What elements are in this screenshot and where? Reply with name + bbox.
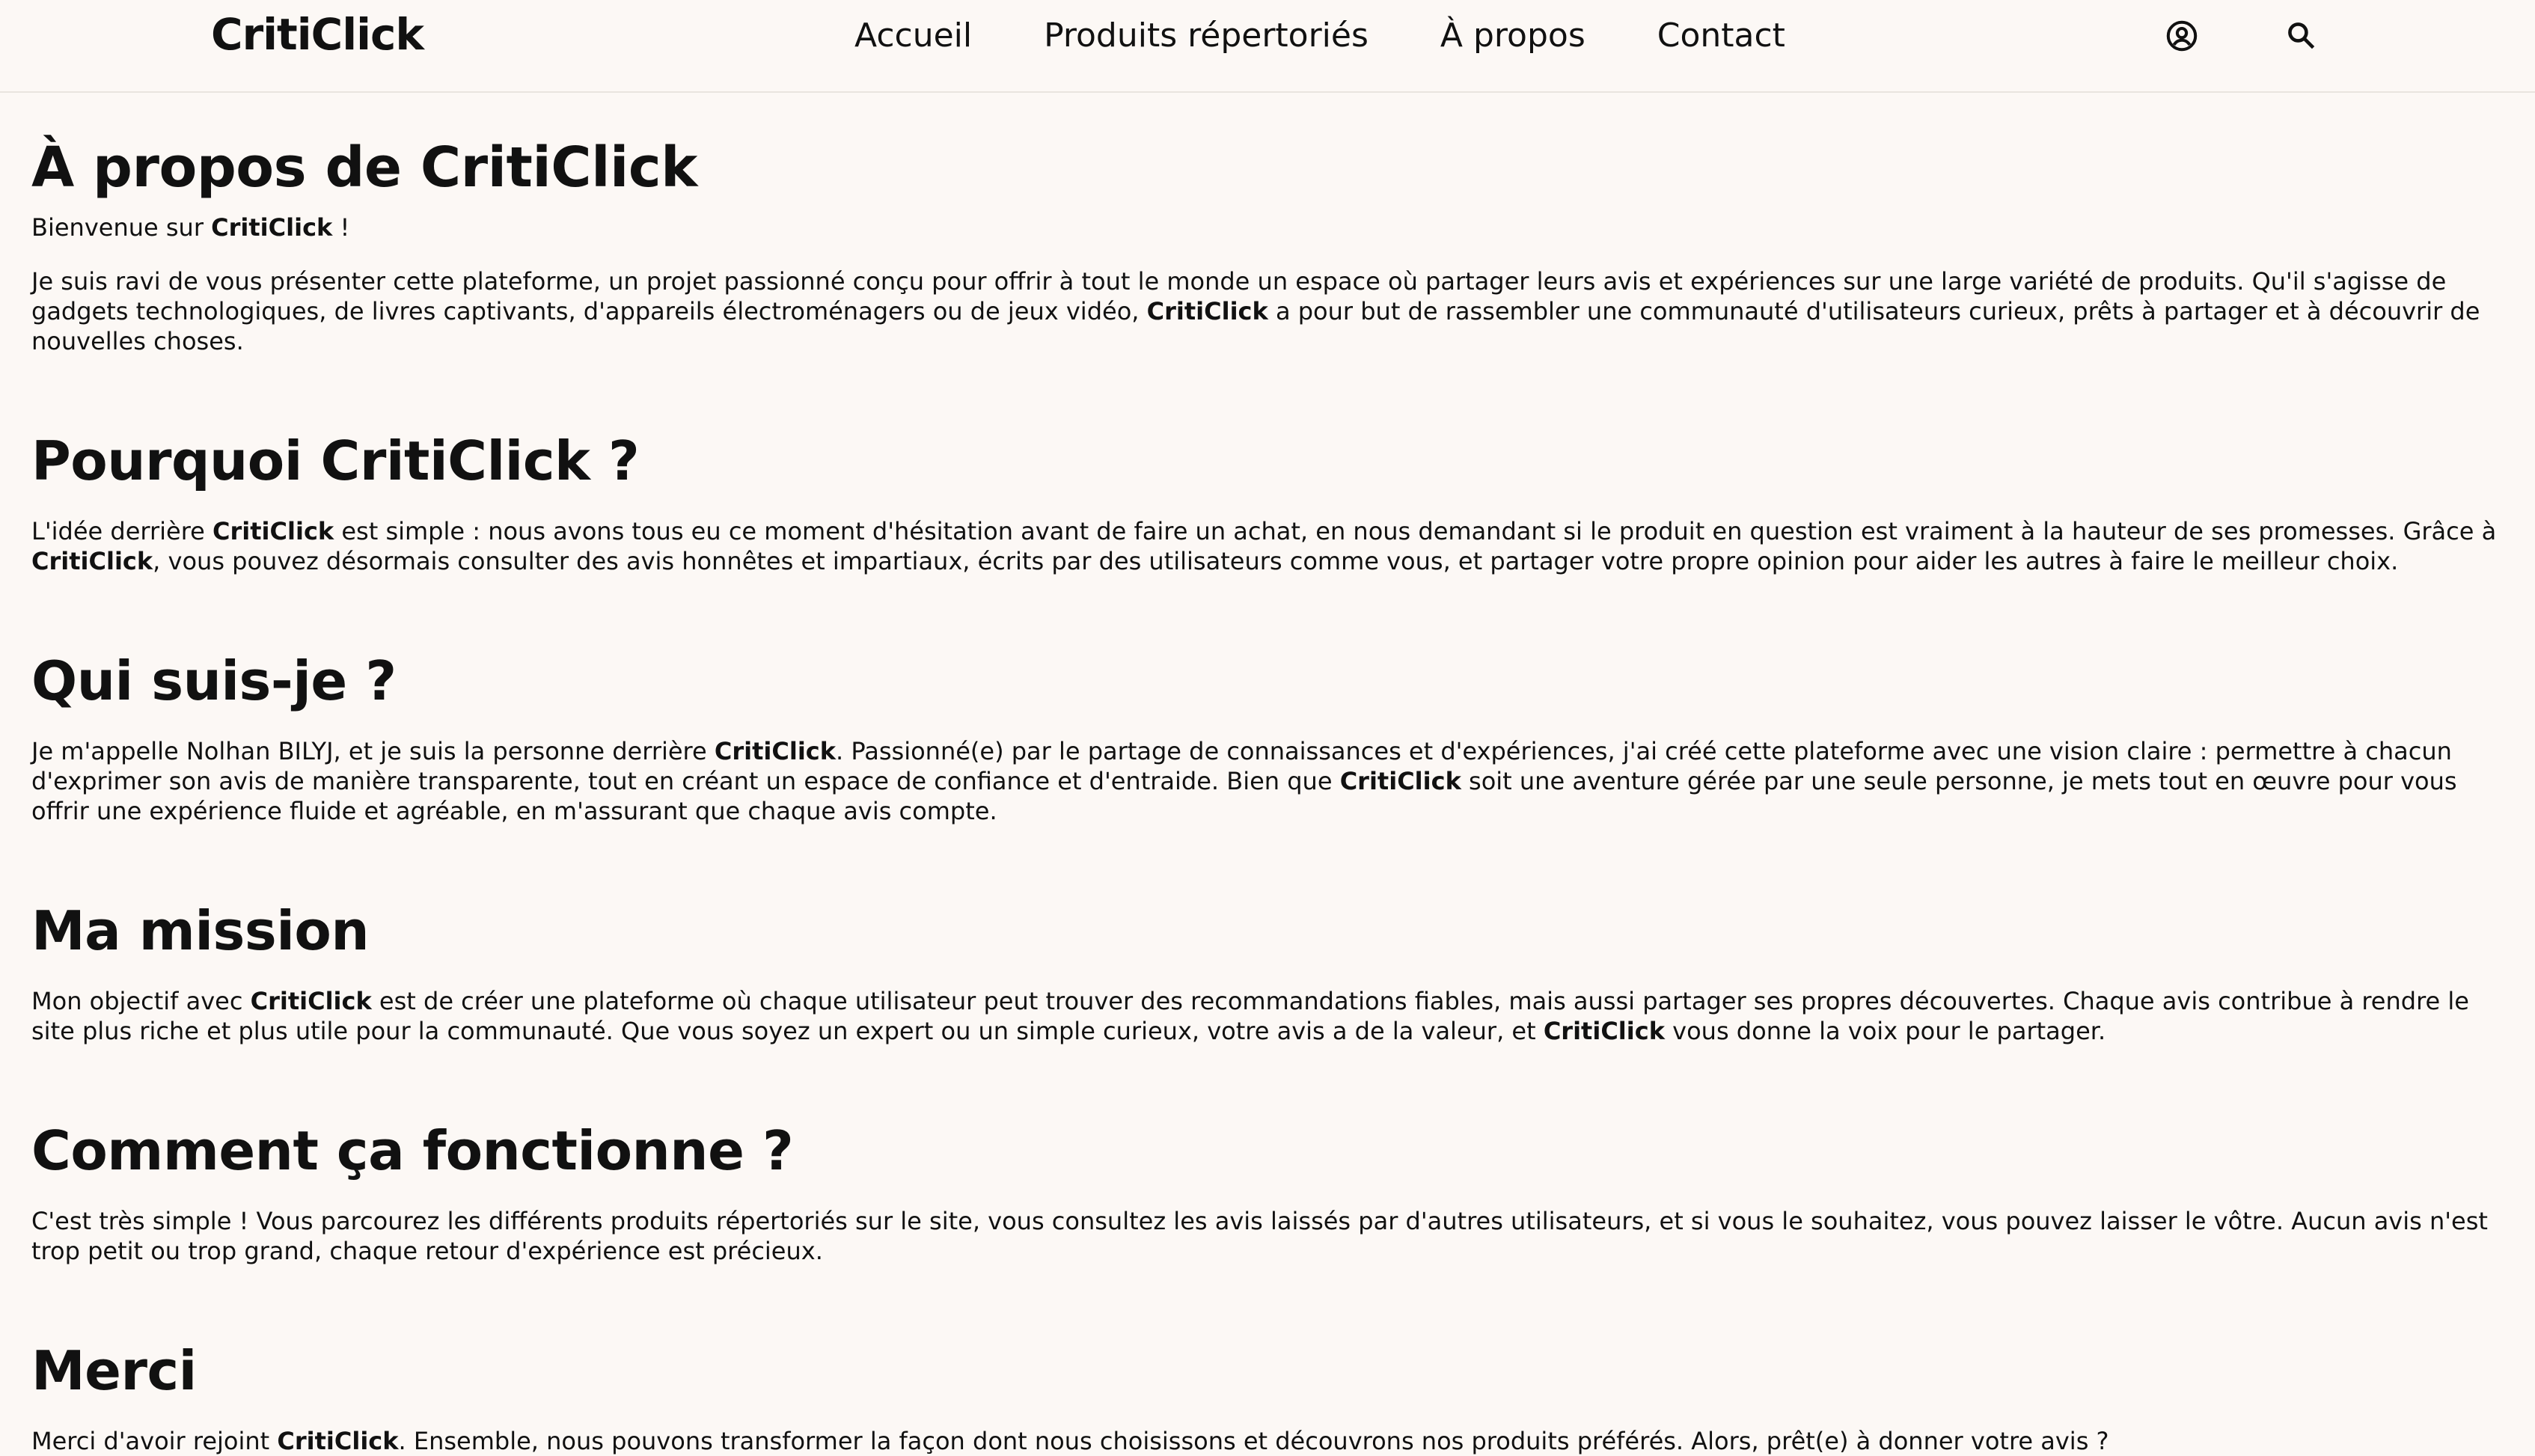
page-title: À propos de CritiClick (31, 135, 697, 200)
section-paragraph: Merci d'avoir rejoint CritiClick. Ensemb… (31, 1426, 2501, 1456)
brand-name: CritiClick (212, 517, 334, 545)
section-text: Je m'appelle Nolhan BILYJ, et je suis la… (31, 737, 715, 765)
site-header: CritiClick Accueil Produits répertoriés … (0, 0, 2535, 93)
brand-name: CritiClick (714, 737, 837, 765)
nav-link-a-propos[interactable]: À propos (1440, 13, 1585, 58)
section-pourquoi: Pourquoi CritiClick ? L'idée derrière Cr… (31, 425, 2501, 576)
section-paragraph: Mon objectif avec CritiClick est de crée… (31, 986, 2501, 1046)
section-text: L'idée derrière (31, 517, 213, 545)
intro-paragraph-welcome: Bienvenue sur CritiClick ! (31, 212, 2501, 242)
brand-name: CritiClick (250, 987, 372, 1015)
section-text: Mon objectif avec (31, 987, 251, 1015)
main-navigation: Accueil Produits répertoriés À propos Co… (854, 13, 1785, 58)
section-paragraph: Je m'appelle Nolhan BILYJ, et je suis la… (31, 736, 2501, 826)
about-page-content: À propos de CritiClick Bienvenue sur Cri… (31, 132, 2501, 1456)
user-icon (2165, 19, 2199, 53)
section-heading: Comment ça fonctionne ? (31, 1119, 794, 1182)
search-button[interactable] (2282, 16, 2321, 55)
nav-link-contact[interactable]: Contact (1657, 13, 1785, 58)
intro-text-part-b: ! (332, 213, 350, 242)
section-text: est simple : nous avons tous eu ce momen… (334, 517, 2497, 545)
section-text: C'est très simple ! Vous parcourez les d… (31, 1207, 2488, 1265)
section-heading: Qui suis-je ? (31, 649, 397, 712)
intro-text-part-a: Bienvenue sur (31, 213, 212, 242)
brand-name: CritiClick (1339, 767, 1461, 795)
section-comment-ca-fonctionne: Comment ça fonctionne ? C'est très simpl… (31, 1115, 2501, 1266)
section-ma-mission: Ma mission Mon objectif avec CritiClick … (31, 895, 2501, 1046)
section-text: Merci d'avoir rejoint (31, 1427, 278, 1455)
brand-name: CritiClick (277, 1427, 399, 1455)
section-heading: Pourquoi CritiClick ? (31, 429, 640, 492)
section-qui-suis-je: Qui suis-je ? Je m'appelle Nolhan BILYJ,… (31, 645, 2501, 826)
section-text: , vous pouvez désormais consulter des av… (153, 547, 2399, 575)
section-paragraph: L'idée derrière CritiClick est simple : … (31, 516, 2501, 576)
intro-paragraph-description: Je suis ravi de vous présenter cette pla… (31, 266, 2501, 356)
section-text: . Ensemble, nous pouvons transformer la … (398, 1427, 2109, 1455)
section-text: vous donne la voix pour le partager. (1664, 1017, 2106, 1045)
brand-name: CritiClick (211, 213, 333, 242)
account-button[interactable] (2162, 16, 2201, 55)
section-heading: Merci (31, 1339, 197, 1402)
section-paragraph: C'est très simple ! Vous parcourez les d… (31, 1206, 2501, 1266)
nav-link-accueil[interactable]: Accueil (854, 13, 972, 58)
section-heading: Ma mission (31, 899, 370, 962)
brand-name: CritiClick (31, 547, 153, 575)
site-logo[interactable]: CritiClick (211, 10, 424, 58)
search-icon (2285, 19, 2318, 52)
brand-name: CritiClick (1543, 1017, 1665, 1045)
nav-link-produits[interactable]: Produits répertoriés (1044, 13, 1369, 58)
section-merci: Merci Merci d'avoir rejoint CritiClick. … (31, 1335, 2501, 1456)
brand-name: CritiClick (1146, 297, 1268, 325)
